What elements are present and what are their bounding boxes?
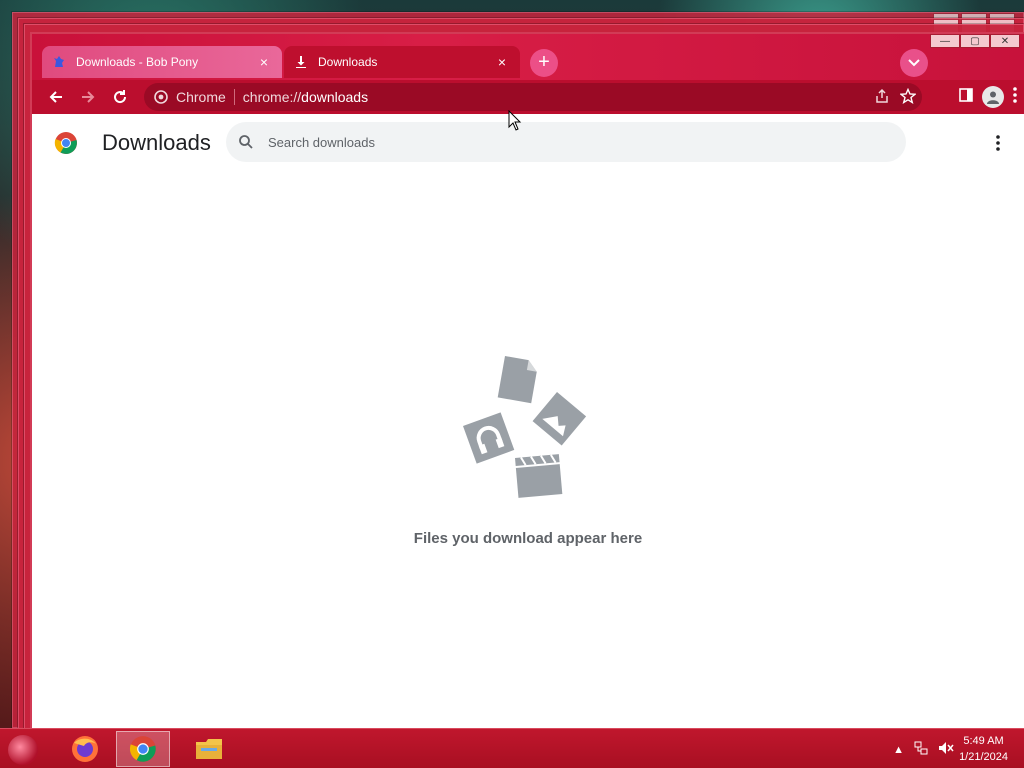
search-downloads[interactable] <box>226 122 906 162</box>
empty-state: Files you download appear here <box>32 354 1024 547</box>
chrome-icon <box>129 736 156 762</box>
person-icon <box>987 91 999 104</box>
empty-message: Files you download appear here <box>413 530 643 547</box>
chrome-site-icon <box>154 90 168 104</box>
clock-time: 5:49 AM <box>963 735 1004 747</box>
search-icon <box>239 135 253 149</box>
file-explorer-icon <box>196 739 222 759</box>
close-window-button[interactable]: ✕ <box>990 34 1020 48</box>
browser-menu-icon[interactable] <box>1012 86 1018 109</box>
browser-toolbar: Chrome chrome://downloads <box>32 80 1024 114</box>
tab-downloads-bob-pony[interactable]: Downloads - Bob Pony × <box>42 46 282 78</box>
more-actions-icon[interactable] <box>986 131 1010 155</box>
profile-avatar[interactable] <box>982 86 1004 108</box>
clock-date: 1/21/2024 <box>959 751 1008 763</box>
system-tray: ▲ <box>893 741 954 758</box>
forward-arrow-icon <box>82 91 95 103</box>
minimize-button[interactable]: — <box>930 34 960 48</box>
audio-icon <box>463 412 515 464</box>
tab-title: Downloads - Bob Pony <box>76 55 199 69</box>
omnibox-actions <box>874 83 917 111</box>
chrome-logo-icon <box>54 132 77 154</box>
divider <box>233 89 235 105</box>
start-button[interactable] <box>8 735 38 765</box>
tab-strip: Downloads - Bob Pony × Downloads × + — ▢… <box>32 34 1024 80</box>
taskbar-file-explorer[interactable] <box>182 731 236 767</box>
pony-icon <box>52 55 66 69</box>
video-icon <box>515 454 563 498</box>
forward-button[interactable] <box>72 83 104 111</box>
url-text: chrome://downloads <box>243 89 368 105</box>
tab-search-button[interactable] <box>900 49 928 77</box>
downloads-page: Downloads Search downloads Files you dow… <box>32 114 1024 728</box>
close-tab-icon[interactable]: × <box>256 54 272 70</box>
back-arrow-icon <box>49 91 62 103</box>
chrome-window: Downloads - Bob Pony × Downloads × + — ▢… <box>30 32 1024 728</box>
url-scheme: chrome:// <box>242 89 302 105</box>
firefox-icon <box>72 736 98 762</box>
search-input[interactable] <box>268 134 868 150</box>
tab-title: Downloads <box>318 55 378 69</box>
toolbar-right-actions <box>958 83 1018 111</box>
url-path: downloads <box>301 89 369 105</box>
page-header: Downloads <box>32 114 1024 172</box>
show-hidden-icons-icon[interactable]: ▲ <box>893 744 904 756</box>
share-icon[interactable] <box>874 88 890 107</box>
chevron-down-icon <box>908 59 920 67</box>
site-label: Chrome <box>176 89 226 105</box>
taskbar-clock[interactable]: 5:49 AM 1/21/2024 <box>959 733 1008 765</box>
new-tab-button[interactable]: + <box>530 49 558 77</box>
mouse-cursor-icon <box>508 110 522 131</box>
reload-icon <box>114 90 127 104</box>
download-icon <box>294 55 308 69</box>
address-bar[interactable]: Chrome chrome://downloads <box>144 83 922 111</box>
page-title: Downloads <box>102 130 211 155</box>
bookmark-star-icon[interactable] <box>899 87 917 107</box>
maximize-button[interactable]: ▢ <box>960 34 990 48</box>
site-info[interactable]: Chrome <box>154 89 226 105</box>
taskbar-chrome[interactable] <box>116 731 170 767</box>
tab-downloads[interactable]: Downloads × <box>284 46 520 78</box>
back-button[interactable] <box>40 83 72 111</box>
close-tab-icon[interactable]: × <box>494 54 510 70</box>
side-panel-icon[interactable] <box>958 87 974 108</box>
reload-button[interactable] <box>104 83 136 111</box>
volume-muted-icon[interactable] <box>938 741 954 758</box>
document-icon <box>497 356 537 404</box>
network-icon[interactable] <box>914 741 928 758</box>
taskbar-firefox[interactable] <box>58 731 112 767</box>
image-icon <box>532 392 587 446</box>
taskbar: ▲ 5:49 AM 1/21/2024 <box>0 728 1024 768</box>
file-types-illustration <box>463 356 587 498</box>
window-controls: — ▢ ✕ <box>930 34 1020 48</box>
